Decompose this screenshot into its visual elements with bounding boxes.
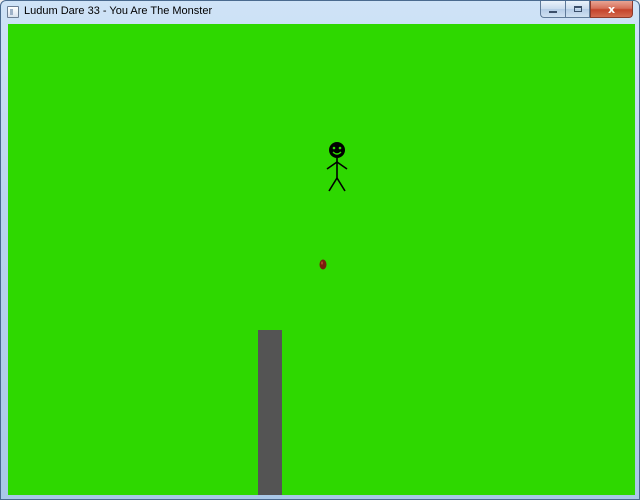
close-icon: x bbox=[607, 2, 616, 16]
stickman-icon bbox=[326, 142, 348, 192]
pillar-obstacle bbox=[258, 330, 282, 495]
maximize-icon bbox=[573, 6, 582, 12]
game-canvas[interactable] bbox=[8, 24, 635, 495]
close-button[interactable]: x bbox=[590, 1, 633, 18]
window-title: Ludum Dare 33 - You Are The Monster bbox=[24, 5, 213, 17]
app-window: Ludum Dare 33 - You Are The Monster x bbox=[0, 0, 640, 500]
minimize-icon bbox=[549, 10, 557, 13]
seed-icon bbox=[319, 259, 327, 270]
minimize-button[interactable] bbox=[540, 1, 565, 18]
caption-buttons: x bbox=[540, 1, 633, 19]
title-bar[interactable]: Ludum Dare 33 - You Are The Monster x bbox=[1, 1, 639, 23]
app-window-icon[interactable] bbox=[7, 6, 19, 18]
maximize-button[interactable] bbox=[565, 1, 590, 18]
